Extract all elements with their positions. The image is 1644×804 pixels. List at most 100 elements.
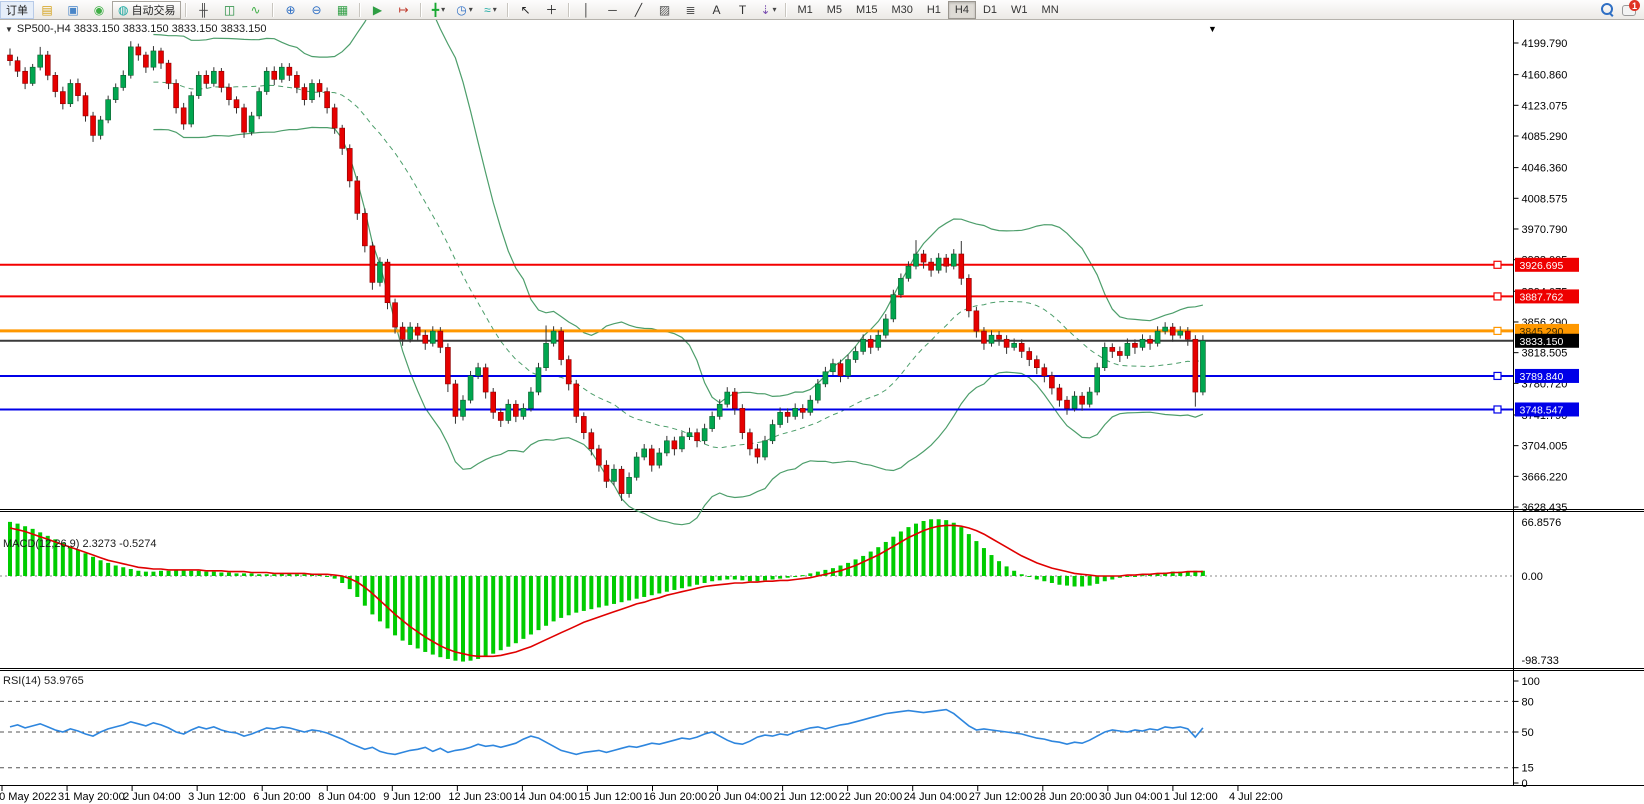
line-chart-icon[interactable]: ∿ <box>242 0 268 19</box>
text-icon[interactable]: A <box>703 0 729 19</box>
macd-histogram-bar <box>506 576 511 647</box>
macd-histogram-bar <box>332 576 337 579</box>
rsi-indicator-label: RSI(14) 53.9765 <box>3 675 84 687</box>
hline-handle[interactable] <box>1493 292 1502 301</box>
candle-body <box>188 95 194 125</box>
publish-icon[interactable]: ▣ <box>60 0 86 19</box>
candle-body <box>905 265 912 279</box>
trendline-icon[interactable]: ╱ <box>625 0 651 19</box>
tile-windows-icon[interactable]: ▦ <box>329 0 355 19</box>
chevron-down-icon[interactable]: ▾ <box>493 5 497 14</box>
macd-histogram-bar <box>189 570 194 576</box>
chevron-down-icon[interactable]: ▾ <box>773 5 777 14</box>
candle-body <box>633 456 640 478</box>
timeframe-button-m15[interactable]: M15 <box>849 1 884 19</box>
horizontal-line-icon[interactable]: ─ <box>599 0 625 19</box>
macd-histogram-bar <box>1034 576 1039 580</box>
toolbar-right: 1 <box>1601 0 1644 17</box>
arrows-icon[interactable]: ⇣ ▾ <box>755 0 781 19</box>
text-icon-glyph: A <box>712 2 721 17</box>
chart-shift-icon[interactable]: ↦ <box>390 0 416 19</box>
chart-window-icon[interactable]: ▤ <box>34 0 60 19</box>
chart-canvas[interactable]: ▼ 66.8576 0.00 -98.733 100 80 50 15 0 4199.790 416… <box>0 0 1644 804</box>
chevron-down-icon[interactable]: ▾ <box>441 5 445 14</box>
vertical-line-icon[interactable]: │ <box>573 0 599 19</box>
timeframe-button-m1[interactable]: M1 <box>790 1 819 19</box>
candle-body <box>362 213 368 247</box>
search-icon[interactable] <box>1601 3 1614 17</box>
hline-handle[interactable] <box>1493 371 1502 381</box>
time-tick-label: 6 Jun 20:00 <box>253 791 311 803</box>
hline-handle[interactable] <box>1493 405 1502 414</box>
candle-body <box>309 83 315 100</box>
chart-shift-icon-glyph: ↦ <box>398 2 409 17</box>
fibonacci-icon[interactable]: ≣ <box>677 0 703 19</box>
periods-icon[interactable]: ◷ ▾ <box>451 0 477 19</box>
candle-body <box>497 412 504 421</box>
chat-icon[interactable]: 1 <box>1622 0 1640 16</box>
zoom-in-icon[interactable]: ⊕ <box>277 0 303 19</box>
macd-histogram-bar <box>574 576 579 613</box>
auto-trading-button[interactable]: ◍ 自动交易 <box>112 0 182 19</box>
bar-chart-icon[interactable]: ╫ <box>190 0 216 19</box>
candle-body <box>890 294 897 320</box>
time-tick-label: 2 Jun 04:00 <box>123 791 181 803</box>
candle-body <box>14 60 21 72</box>
macd-histogram-bar <box>294 574 299 576</box>
macd-histogram-bar <box>664 576 669 592</box>
candle-body <box>845 359 851 377</box>
macd-pane[interactable]: 66.8576 0.00 -98.733 <box>0 517 1561 667</box>
auto-scroll-icon[interactable]: ▶ <box>364 0 390 19</box>
timeframe-button-w1[interactable]: W1 <box>1004 1 1035 19</box>
time-axis[interactable]: 30 May 202231 May 20:002 Jun 04:00 3 Jun … <box>0 786 1283 803</box>
timeframe-button-h1[interactable]: H1 <box>920 1 948 19</box>
templates-icon[interactable]: ≈ ▾ <box>477 0 503 19</box>
indicators-icon-glyph: ╋ <box>431 2 440 17</box>
crosshair-icon[interactable]: ＋ <box>538 0 564 19</box>
equidistant-channel-icon[interactable]: ▨ <box>651 0 677 19</box>
macd-histogram-bar <box>30 528 35 576</box>
macd-histogram-bar <box>755 576 760 582</box>
timeframe-button-mn[interactable]: MN <box>1035 1 1066 19</box>
candle-body <box>558 330 564 360</box>
timeframe-button-m5[interactable]: M5 <box>820 1 849 19</box>
periods-icon-glyph: ◷ <box>456 2 467 17</box>
timeframe-button-h4[interactable]: H4 <box>947 0 976 19</box>
signals-icon[interactable]: ◉ <box>86 0 112 19</box>
macd-histogram-bar <box>219 572 224 576</box>
rsi-scale-label: 15 <box>1522 763 1534 775</box>
hline-handle[interactable] <box>1493 260 1502 269</box>
candle-body <box>301 87 308 100</box>
macd-histogram-bar <box>717 576 722 581</box>
cursor-icon[interactable]: ↖ <box>512 0 538 19</box>
macd-histogram-bar <box>98 560 103 576</box>
price-tick-label: 3970.790 <box>1522 224 1568 236</box>
candle-body <box>535 367 542 393</box>
candle-body <box>958 253 965 279</box>
chevron-down-icon[interactable]: ▾ <box>469 5 473 14</box>
candle-body <box>422 334 429 344</box>
symbol-dropdown-icon[interactable]: ▼ <box>5 25 13 34</box>
text-label-icon[interactable]: T <box>729 0 755 19</box>
timeframe-button-m30[interactable]: M30 <box>884 1 919 19</box>
rsi-pane[interactable]: 100 80 50 15 0 <box>0 676 1540 790</box>
scroll-end-marker[interactable]: ▼ <box>1208 24 1217 34</box>
main-price-pane[interactable]: ▼ <box>0 0 1514 526</box>
candle-body <box>580 416 587 433</box>
new-order-button[interactable]: 订单 <box>0 0 34 19</box>
candle-body <box>860 338 866 352</box>
macd-histogram-bar <box>226 572 231 576</box>
macd-histogram-bar <box>498 576 503 651</box>
price-tag-label: 3748.547 <box>1520 404 1564 416</box>
hline-handle[interactable] <box>1493 326 1502 336</box>
zoom-out-icon[interactable]: ⊖ <box>303 0 329 19</box>
candle-body <box>528 391 534 409</box>
timeframe-button-d1[interactable]: D1 <box>976 1 1004 19</box>
candlestick-chart-icon[interactable]: ◫ <box>216 0 242 19</box>
candle-body <box>294 75 300 88</box>
indicators-icon[interactable]: ╋ ▾ <box>425 0 451 19</box>
time-tick-label: 15 Jun 12:00 <box>578 791 642 803</box>
candle-body <box>1003 338 1010 348</box>
chart-window-icon-glyph: ▤ <box>41 2 53 17</box>
macd-histogram-bar <box>1087 576 1092 586</box>
